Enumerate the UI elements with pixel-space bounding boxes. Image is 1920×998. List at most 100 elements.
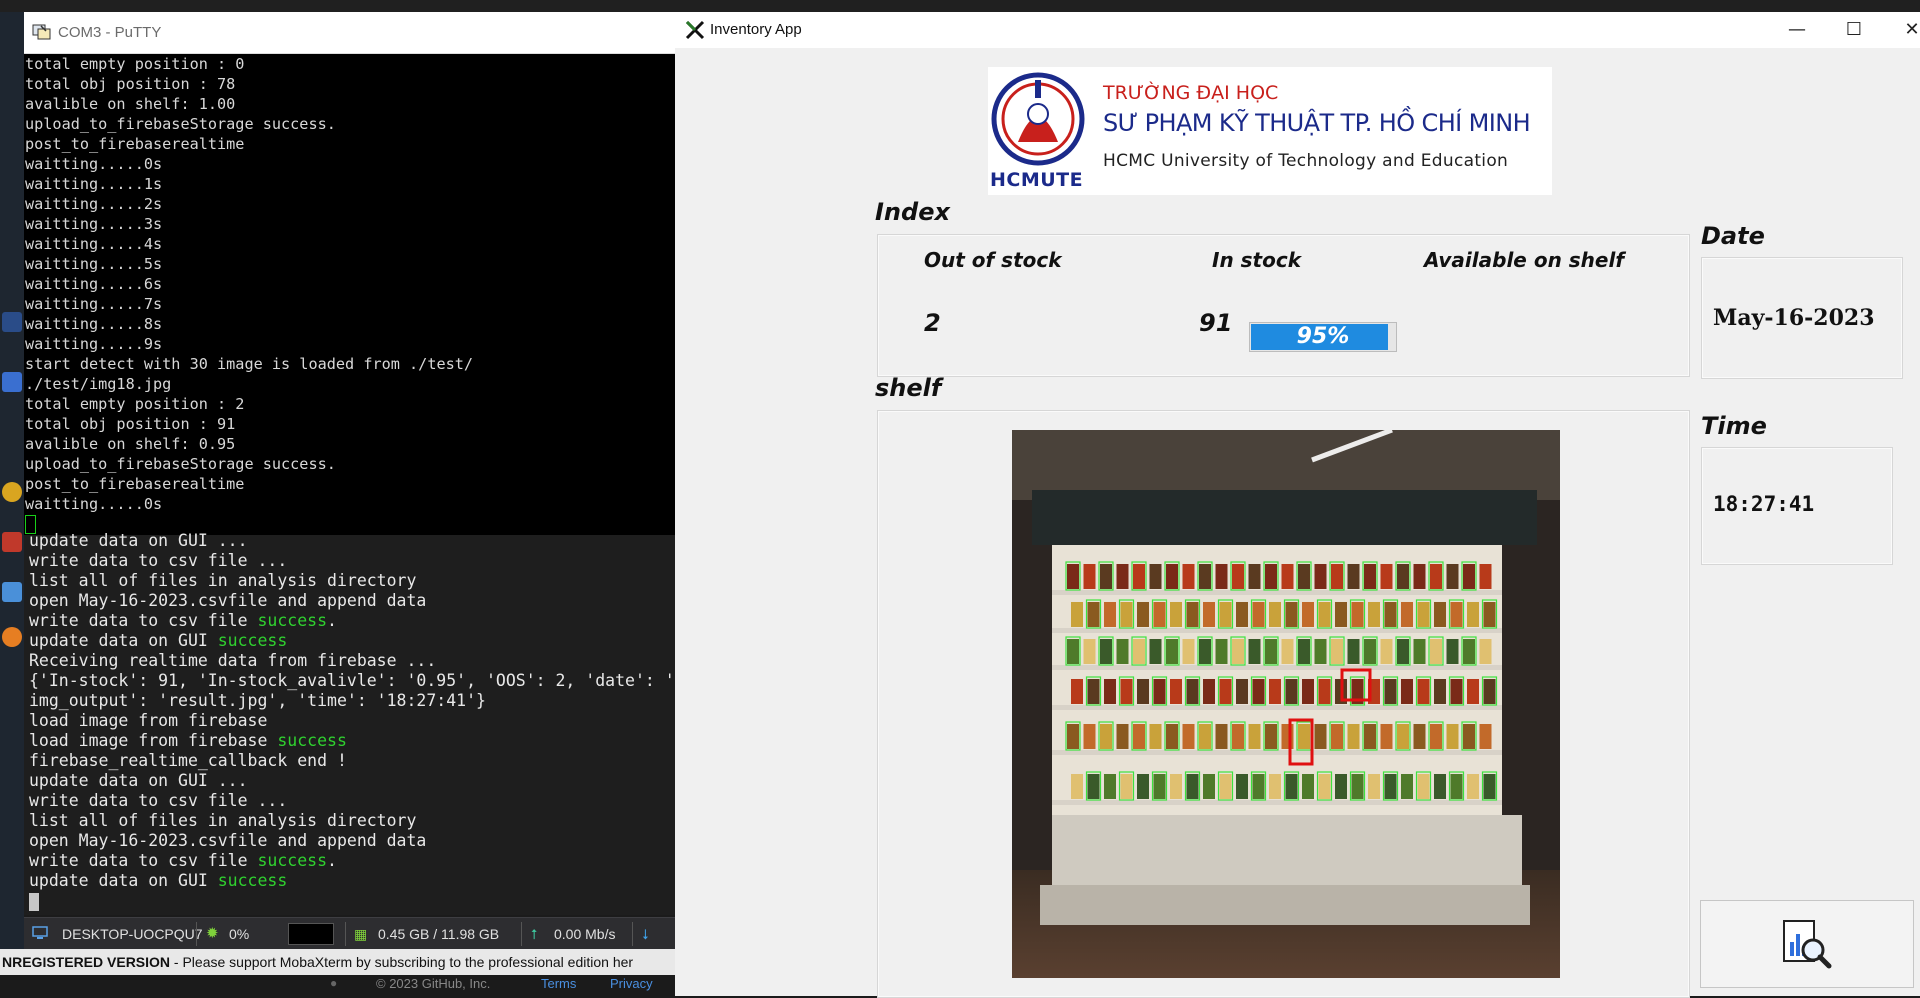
terminal-line-text: write data to csv file ...	[29, 551, 288, 570]
product	[1120, 602, 1133, 627]
inventory-titlebar[interactable]: Inventory App — ☐ ✕	[675, 12, 1920, 48]
product	[1100, 564, 1112, 589]
product	[1463, 639, 1475, 664]
product	[1087, 602, 1100, 627]
product	[1463, 724, 1475, 749]
product	[1219, 602, 1232, 627]
putty-terminal-output[interactable]: total empty position : 0 total obj positi…	[25, 54, 665, 534]
product	[1252, 602, 1265, 627]
product	[1281, 639, 1294, 664]
product	[1417, 679, 1430, 704]
status-hostname: DESKTOP-UOCPQU7	[62, 926, 203, 942]
putty-line: upload_to_firebaseStorage success.	[25, 455, 336, 473]
analysis-button[interactable]	[1700, 900, 1914, 988]
terminal-line-text: write data to csv file	[29, 851, 258, 870]
terminal-output[interactable]: update data on GUI ... write data to csv …	[29, 531, 679, 911]
banner-line1: TRƯỜNG ĐẠI HỌC	[1103, 82, 1279, 104]
putty-line: upload_to_firebaseStorage success.	[25, 115, 336, 133]
star-icon[interactable]	[2, 482, 22, 502]
product	[1430, 724, 1442, 749]
maximize-button[interactable]: ☐	[1842, 18, 1866, 42]
product	[1137, 602, 1149, 627]
product	[1364, 639, 1376, 664]
status-memory: 0.45 GB / 11.98 GB	[378, 926, 500, 942]
putty-window[interactable]: COM3 - PuTTY total empty position : 0 tot…	[24, 12, 675, 535]
terminal-success-text: success	[277, 731, 347, 750]
terminal-line: list all of files in analysis directory	[29, 811, 679, 831]
product	[1434, 602, 1446, 627]
github-footer: ● © 2023 GitHub, Inc. Terms Privacy	[0, 975, 675, 996]
product	[1248, 639, 1261, 664]
date-value: May-16-2023	[1713, 305, 1875, 331]
product	[1364, 724, 1376, 749]
product	[1232, 564, 1244, 589]
close-button[interactable]: ✕	[1900, 18, 1920, 42]
university-banner: HCMUTE TRƯỜNG ĐẠI HỌC SƯ PHẠM KỸ THUẬT T…	[988, 67, 1552, 195]
inventory-app-window[interactable]: Inventory App — ☐ ✕ HCMUTE TRƯỜNG ĐẠI HỌ…	[675, 12, 1920, 998]
product	[1182, 564, 1195, 589]
terminal-line-text: update data on GUI ...	[29, 531, 248, 550]
product	[1120, 774, 1133, 799]
product	[1413, 564, 1426, 589]
app-icon[interactable]	[2, 372, 22, 392]
terminal-line-tail: .	[327, 851, 337, 870]
inventory-window-title: Inventory App	[710, 21, 802, 38]
app-icon[interactable]	[2, 312, 22, 332]
terminal-line: write data to csv file ...	[29, 791, 679, 811]
product	[1186, 602, 1199, 627]
product	[1450, 774, 1463, 799]
chart-magnifier-icon	[1783, 920, 1832, 969]
putty-line: total obj position : 91	[25, 415, 236, 433]
memory-icon: ▦	[354, 926, 368, 942]
mobaxterm-status-bar: DESKTOP-UOCPQU7 ✹ 0% ▦ 0.45 GB / 11.98 G…	[24, 917, 675, 950]
minimize-button[interactable]: —	[1785, 18, 1809, 42]
product	[1153, 774, 1166, 799]
product	[1314, 724, 1327, 749]
putty-line: waitting.....0s	[25, 495, 163, 513]
product	[1071, 679, 1083, 704]
shelf-ledge	[1052, 800, 1502, 805]
putty-line: waitting.....3s	[25, 215, 163, 233]
product	[1430, 564, 1442, 589]
unregistered-banner[interactable]: NREGISTERED VERSION - Please support Mob…	[0, 949, 675, 975]
in-stock-header: In stock	[1212, 248, 1302, 272]
product	[1133, 724, 1145, 749]
product	[1479, 564, 1492, 589]
terminal-line: open May-16-2023.csvfile and append data	[29, 591, 679, 611]
product	[1302, 774, 1314, 799]
product	[1203, 774, 1215, 799]
product	[1463, 564, 1475, 589]
putty-titlebar[interactable]: COM3 - PuTTY	[24, 12, 675, 54]
putty-line: avalible on shelf: 1.00	[25, 95, 236, 113]
footer-terms-link[interactable]: Terms	[541, 976, 576, 991]
product	[1401, 679, 1413, 704]
banner-line2: SƯ PHẠM KỸ THUẬT TP. HỒ CHÍ MINH	[1103, 109, 1531, 137]
putty-line: waitting.....2s	[25, 195, 163, 213]
product	[1285, 774, 1298, 799]
app-icon[interactable]	[2, 627, 22, 647]
product	[1186, 774, 1199, 799]
app-icon[interactable]	[2, 532, 22, 552]
status-cpu: 0%	[229, 926, 250, 942]
putty-line: waitting.....7s	[25, 295, 163, 313]
product	[1467, 679, 1479, 704]
date-label: Date	[1701, 222, 1765, 250]
mobaxterm-terminal[interactable]: update data on GUI ... write data to csv …	[24, 531, 675, 915]
product	[1199, 724, 1211, 749]
product	[1265, 639, 1277, 664]
terminal-line-text: list all of files in analysis directory	[29, 571, 417, 590]
in-stock-value: 91	[1199, 309, 1233, 337]
product	[1269, 602, 1281, 627]
product	[1430, 639, 1442, 664]
putty-icon	[32, 24, 51, 40]
product	[1479, 639, 1492, 664]
footer-privacy-link[interactable]: Privacy	[610, 976, 653, 991]
product	[1104, 679, 1116, 704]
status-divider	[521, 922, 522, 946]
product	[1133, 564, 1145, 589]
product	[1170, 679, 1182, 704]
product	[1149, 724, 1162, 749]
product	[1199, 564, 1211, 589]
send-icon[interactable]	[2, 582, 22, 602]
product	[1166, 564, 1178, 589]
